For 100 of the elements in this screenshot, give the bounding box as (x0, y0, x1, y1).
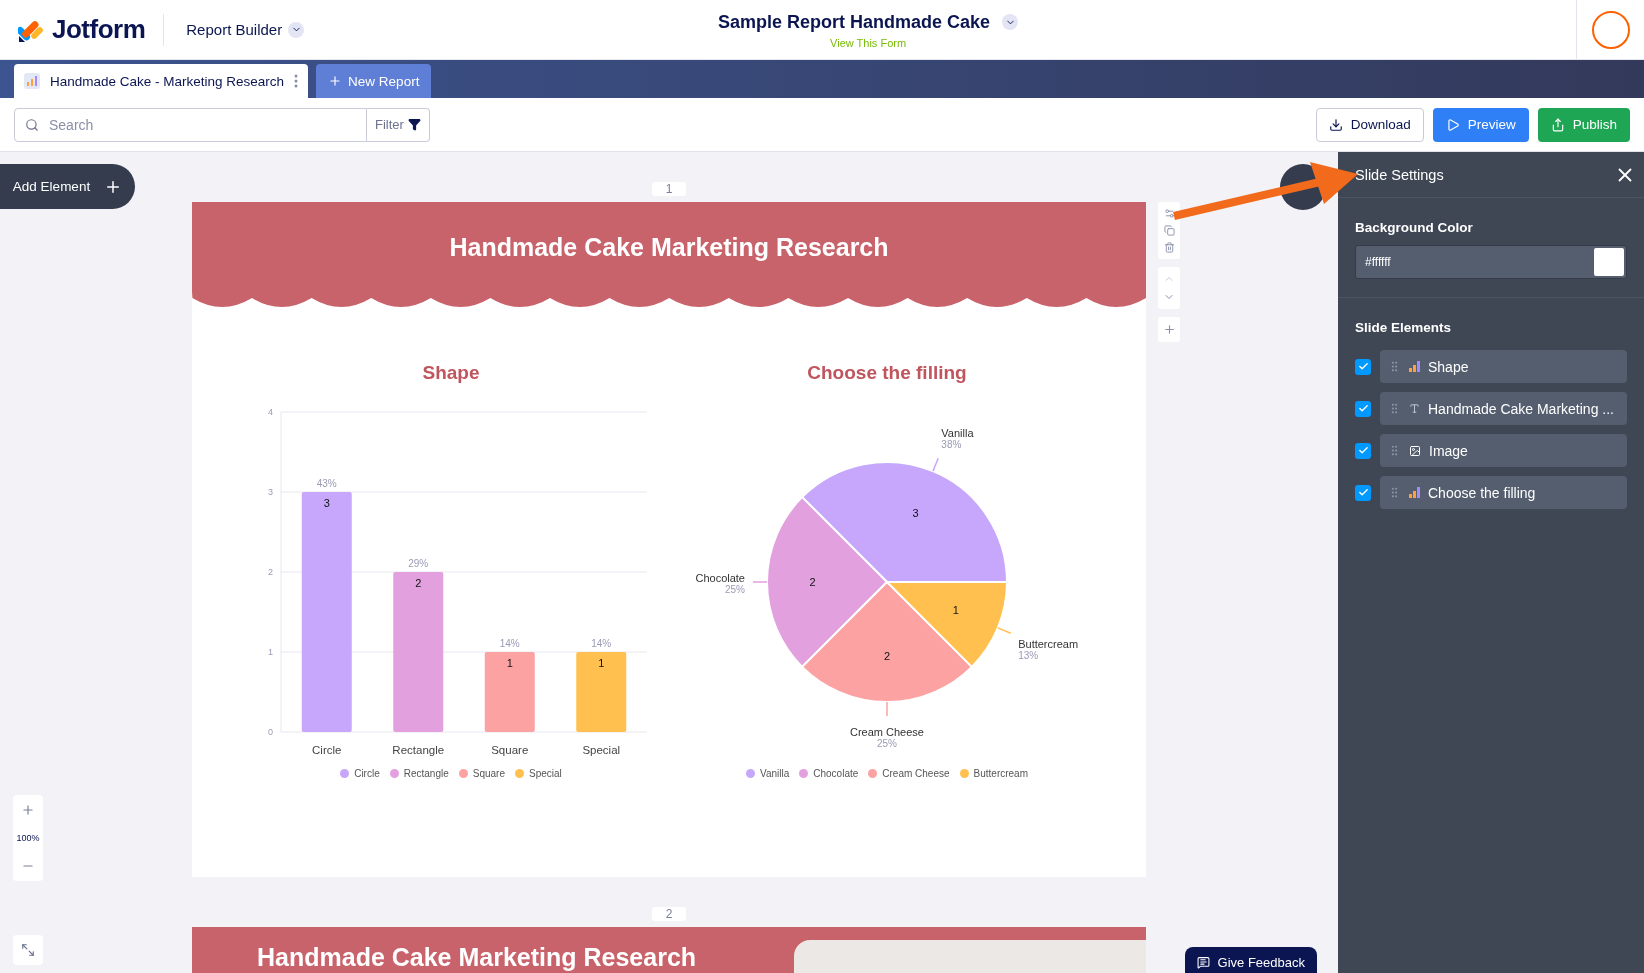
legend-label: Chocolate (813, 768, 859, 779)
legend-label: Buttercream (973, 768, 1028, 779)
plus-icon (21, 803, 35, 817)
legend-label: Cream Cheese (882, 768, 950, 779)
percent-label: 13% (1018, 650, 1039, 662)
slice-name-label: Vanilla (941, 426, 974, 439)
check-icon (1357, 445, 1369, 456)
legend-label: Circle (354, 768, 380, 779)
slide-element-item[interactable]: Image (1380, 434, 1627, 467)
add-slide-icon[interactable] (1162, 323, 1176, 336)
percent-label: 14% (499, 638, 520, 649)
axis-tick-label: 0 (268, 727, 273, 737)
text-icon (1409, 403, 1420, 414)
give-feedback-button[interactable]: Give Feedback (1184, 947, 1317, 973)
download-icon (1328, 117, 1343, 132)
check-icon (1357, 403, 1369, 414)
filter-button[interactable]: Filter (367, 107, 430, 142)
zoom-level: 100% (16, 832, 40, 845)
percent-label: 38% (941, 438, 962, 450)
logo-wordmark: Jotform (52, 14, 146, 45)
app-menu[interactable]: Report Builder (180, 20, 311, 39)
legend-label: Square (472, 768, 505, 779)
slide-settings-icon[interactable] (1163, 208, 1175, 219)
page-number: 1 (652, 182, 686, 196)
axis-tick-label: 2 (268, 567, 273, 577)
value-label: 2 (415, 577, 422, 589)
legend-label: Special (529, 768, 562, 779)
percent-label: 29% (408, 558, 429, 569)
chart-title: Choose the filling (807, 362, 967, 384)
search-icon (25, 117, 39, 132)
panel-title: Slide Settings (1355, 166, 1444, 183)
value-label: 1 (952, 604, 959, 617)
checkbox[interactable] (1355, 400, 1371, 417)
checkbox[interactable] (1355, 484, 1371, 501)
slide-element-item[interactable]: Handmade Cake Marketing ... (1380, 392, 1627, 425)
value-label: 3 (912, 507, 919, 520)
plus-icon (328, 74, 343, 88)
value-label: 1 (598, 657, 605, 669)
download-button[interactable]: Download (1315, 107, 1424, 142)
play-icon (1445, 117, 1460, 132)
category-label: Circle (312, 744, 342, 756)
page-number: 2 (652, 907, 686, 921)
chart-title: Shape (422, 362, 480, 384)
section-label: Background Color (1355, 220, 1474, 235)
duplicate-icon[interactable] (1163, 225, 1175, 236)
fit-screen-button[interactable] (13, 935, 43, 965)
leader-line (932, 457, 940, 472)
axis-tick-label: 3 (268, 487, 273, 497)
more-options-icon (294, 74, 299, 88)
slice-name-label: Chocolate (695, 572, 745, 584)
checkbox[interactable] (1355, 358, 1371, 375)
value-label: 1 (506, 657, 513, 669)
slice-name-label: Cream Cheese (850, 726, 924, 738)
expand-arrows-icon (21, 943, 35, 957)
avatar[interactable] (1591, 10, 1630, 49)
add-element-button[interactable]: Add Element (0, 164, 135, 209)
category-label: Special (582, 744, 621, 756)
preview-button[interactable]: Preview (1432, 107, 1529, 142)
percent-label: 14% (591, 638, 612, 649)
value-label: 2 (883, 650, 891, 663)
slide[interactable] (192, 202, 1146, 877)
form-title[interactable]: Sample Report Handmade Cake (712, 10, 1025, 34)
color-input[interactable]: #ffffff (1356, 246, 1592, 278)
delete-icon[interactable] (1163, 242, 1175, 253)
slide[interactable]: Handmade Cake Marketing Research (192, 927, 1146, 973)
section-label: Slide Elements (1355, 320, 1453, 335)
slice-name-label: Buttercream (1018, 638, 1079, 651)
bar-chart-icon (1409, 487, 1420, 498)
slide-element-item[interactable]: Shape (1380, 350, 1627, 383)
filter-icon (407, 118, 421, 131)
report-tab[interactable]: Handmade Cake - Marketing Research (14, 64, 309, 98)
leader-line (752, 581, 768, 583)
category-label: Rectangle (392, 744, 445, 756)
axis-tick-label: 1 (268, 647, 273, 657)
category-label: Square (491, 744, 529, 756)
axis-tick-label: 4 (268, 407, 273, 417)
new-report-button[interactable]: New Report (316, 64, 432, 98)
percent-label: 25% (877, 738, 897, 749)
leader-line (997, 627, 1012, 635)
color-swatch[interactable] (1594, 248, 1624, 276)
search-field[interactable]: Search (14, 107, 367, 142)
value-label: 3 (323, 497, 330, 509)
bar-chart-icon (24, 73, 40, 89)
image-icon (1409, 444, 1421, 457)
check-icon (1357, 487, 1369, 498)
percent-label: 43% (316, 478, 337, 489)
feedback-icon (1196, 955, 1210, 969)
legend-label: Vanilla (759, 768, 790, 779)
color-field[interactable]: #ffffff (1355, 245, 1627, 279)
slide-element-item[interactable]: Choose the filling (1380, 476, 1627, 509)
slide-title: Handmade Cake Marketing Research (257, 942, 697, 972)
checkbox[interactable] (1355, 442, 1371, 459)
bar-chart-icon (1409, 361, 1420, 372)
share-arrow-icon (1550, 117, 1565, 132)
value-label: 2 (809, 576, 816, 588)
leader-line (886, 701, 888, 717)
check-icon (1357, 361, 1369, 372)
percent-label: 25% (725, 584, 745, 595)
legend-label: Rectangle (403, 768, 449, 779)
slide-title: Handmade Cake Marketing Research (449, 232, 889, 262)
